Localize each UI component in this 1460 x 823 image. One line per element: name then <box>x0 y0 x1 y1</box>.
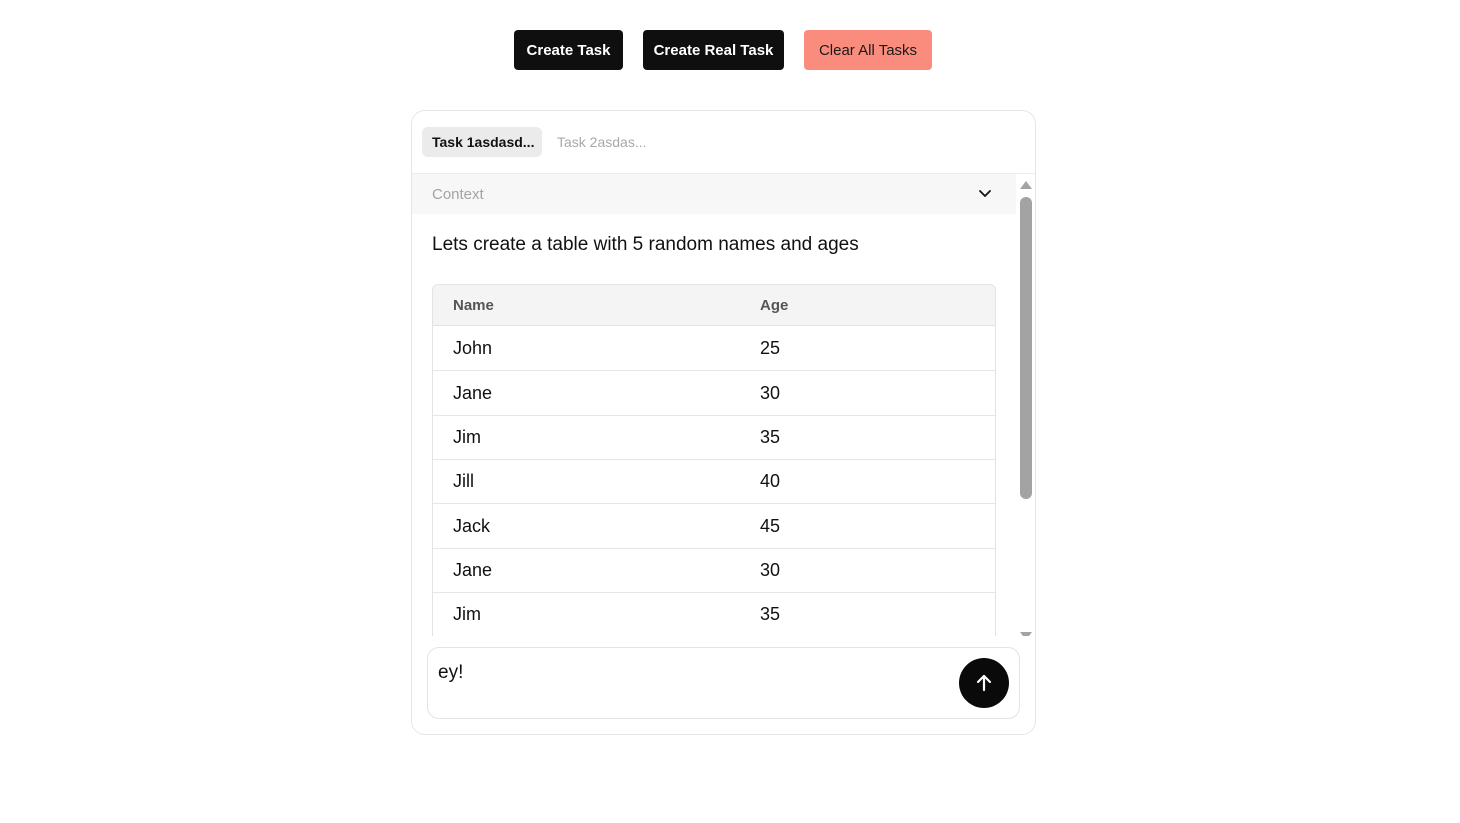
cell-name: Jim <box>453 427 481 447</box>
task-panel: Task 1asdasd... Task 2asdas... Context L… <box>411 110 1036 735</box>
message-composer <box>427 647 1020 719</box>
clear-all-tasks-button[interactable]: Clear All Tasks <box>804 30 932 70</box>
cell-name: Jill <box>453 471 474 491</box>
table-row: Jane 30 <box>433 371 995 416</box>
cell-name: Jane <box>453 383 493 403</box>
cell-name: John <box>453 338 493 358</box>
scrollbar-thumb[interactable] <box>1020 197 1032 499</box>
chevron-down-icon <box>977 186 993 202</box>
task-tabs: Task 1asdasd... Task 2asdas... <box>412 111 1035 174</box>
data-table: Name Age John 25 Jane 30 Jim 35 Jill 40 … <box>432 284 996 636</box>
cell-age: 25 <box>760 338 781 358</box>
cell-name: Jane <box>453 560 493 580</box>
message-input[interactable] <box>438 662 938 684</box>
context-toggle[interactable]: Context <box>412 174 1016 214</box>
cell-age: 35 <box>760 604 781 624</box>
context-label: Context <box>432 186 484 203</box>
scroll-up-arrow-icon[interactable] <box>1020 181 1032 189</box>
cell-age: 35 <box>760 427 781 447</box>
table-row: Jim 35 <box>433 415 995 460</box>
table-row: Jim 35 <box>433 592 995 636</box>
send-button[interactable] <box>959 658 1009 708</box>
column-header-name: Name <box>453 297 494 314</box>
table-row: Jane 30 <box>433 548 995 593</box>
tab-task-1[interactable]: Task 1asdasd... <box>422 127 542 157</box>
message-text: Lets create a table with 5 random names … <box>432 234 859 255</box>
cell-age: 30 <box>760 560 781 580</box>
chat-scroll-area: Context Lets create a table with 5 rando… <box>412 174 1035 636</box>
create-real-task-button[interactable]: Create Real Task <box>643 30 784 70</box>
cell-name: Jack <box>453 516 491 536</box>
table-row: Jack 45 <box>433 504 995 549</box>
cell-age: 30 <box>760 383 781 403</box>
tab-task-2[interactable]: Task 2asdas... <box>547 127 657 157</box>
table-row: John 25 <box>433 326 995 371</box>
column-header-age: Age <box>760 297 789 314</box>
create-task-button[interactable]: Create Task <box>514 30 623 70</box>
cell-age: 40 <box>760 471 781 491</box>
table-row: Jill 40 <box>433 459 995 504</box>
cell-name: Jim <box>453 604 481 624</box>
cell-age: 45 <box>760 516 781 536</box>
table-header: Name Age <box>433 285 995 326</box>
top-toolbar: Create Task Create Real Task Clear All T… <box>0 30 1460 70</box>
scroll-down-arrow-icon[interactable] <box>1020 632 1032 636</box>
vertical-scrollbar[interactable] <box>1017 174 1035 636</box>
